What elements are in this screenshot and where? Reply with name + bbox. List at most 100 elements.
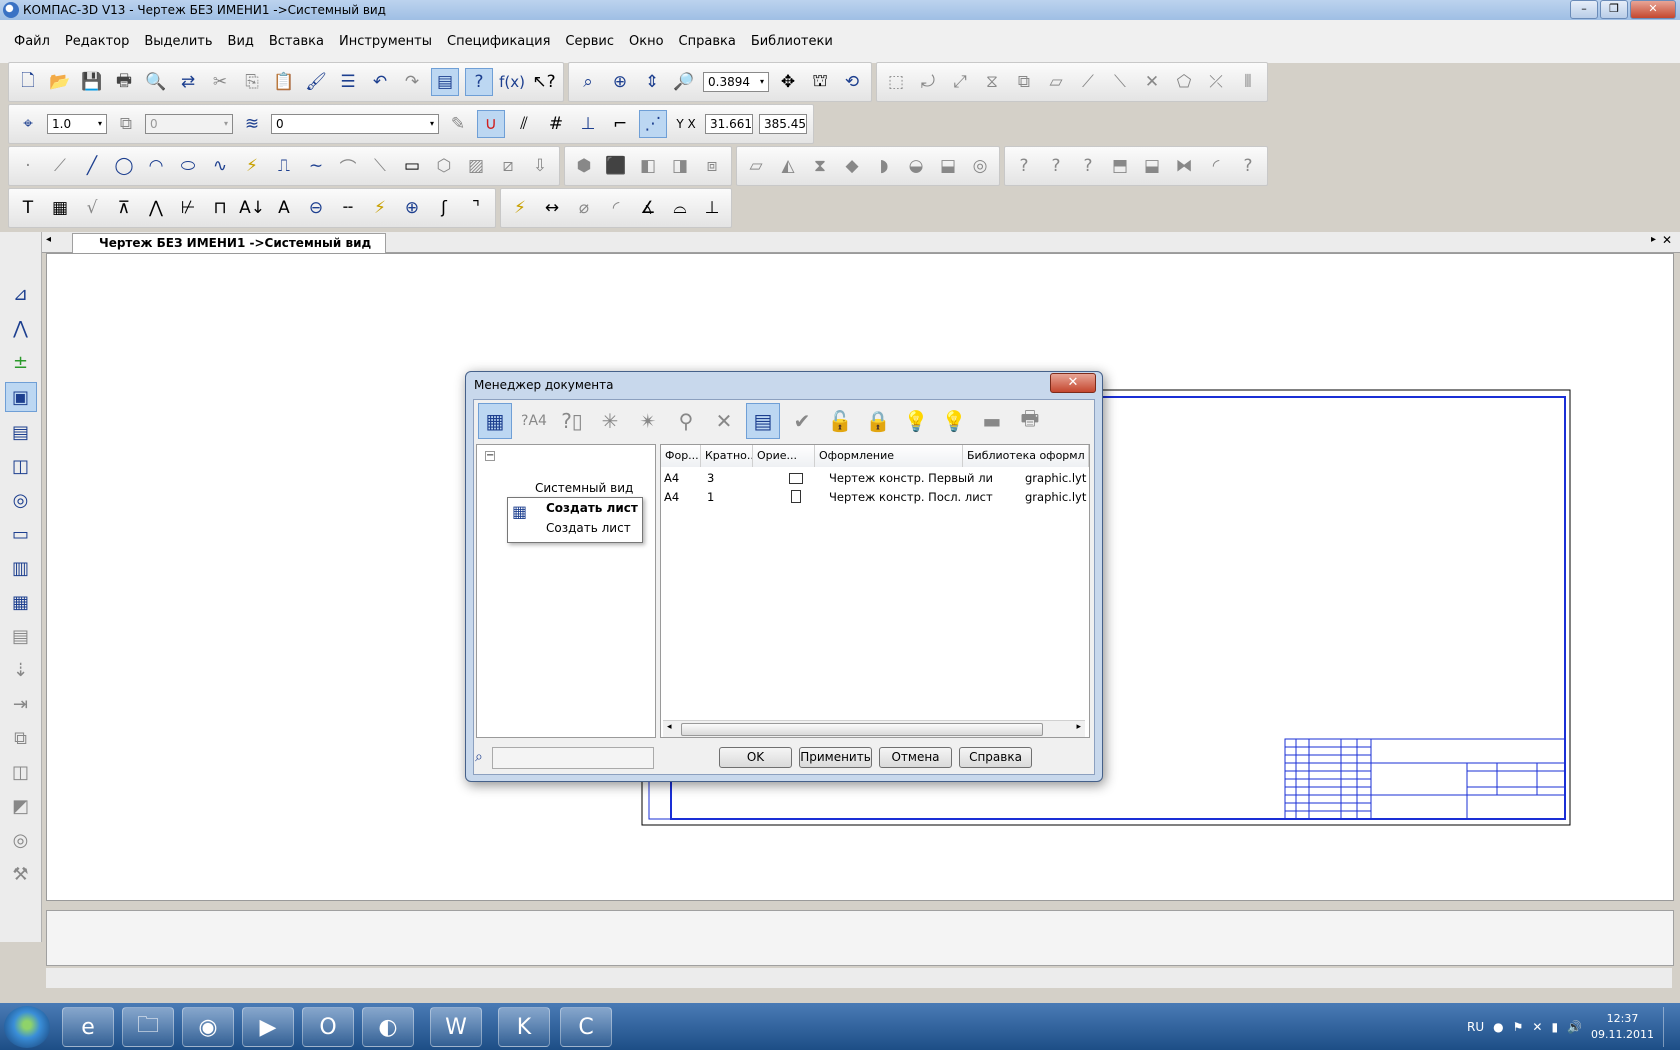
insert-panel-icon[interactable]: ▤	[6, 622, 36, 650]
surface-6-icon[interactable]: ◒	[903, 153, 929, 179]
language-indicator[interactable]: RU	[1467, 1020, 1484, 1034]
surface-3-icon[interactable]: ⧗	[807, 153, 833, 179]
tabs-scroll-left-icon[interactable]: ◂	[46, 234, 51, 245]
layers-icon[interactable]: ≋	[239, 111, 265, 137]
corner-icon[interactable]: ⌝	[463, 195, 489, 221]
center-mark-icon[interactable]: ⊕	[399, 195, 425, 221]
edit-deform-icon[interactable]: ▱	[1043, 69, 1069, 95]
network-icon[interactable]: ▮	[1551, 1020, 1558, 1034]
context-help-icon[interactable]: ↖?	[531, 69, 557, 95]
surface-2-icon[interactable]: ◭	[775, 153, 801, 179]
solid-4-icon[interactable]: ◨	[667, 153, 693, 179]
leader-icon[interactable]: ⋀	[143, 195, 169, 221]
rectangle-icon[interactable]: ▭	[399, 153, 425, 179]
col-format[interactable]: Фор...	[661, 445, 701, 467]
menu-libraries[interactable]: Библиотеки	[751, 34, 833, 49]
arc-dim-icon[interactable]: ⌓	[667, 195, 693, 221]
function-icon[interactable]: f(x)	[499, 69, 525, 95]
explorer-taskbar-icon[interactable]: 🗀	[122, 1007, 174, 1047]
zoom-window-icon[interactable]: ⌕	[575, 69, 601, 95]
menu-service[interactable]: Сервис	[565, 34, 614, 49]
height-dim-icon[interactable]: ⊥	[699, 195, 725, 221]
round-icon[interactable]: ⋰	[639, 110, 667, 138]
diameter-dim-icon[interactable]: ⌀	[571, 195, 597, 221]
surface-panel-icon[interactable]: ◩	[6, 792, 36, 820]
horizontal-scrollbar[interactable]: ◂ ▸	[663, 720, 1085, 737]
pan-icon[interactable]: ✥	[775, 69, 801, 95]
grid-icon[interactable]: #	[543, 111, 569, 137]
scroll-right-icon[interactable]: ▸	[1076, 722, 1081, 732]
roughness-icon[interactable]: √	[79, 195, 105, 221]
col-multiplicity[interactable]: Кратно...	[701, 445, 753, 467]
edit-mirror-icon[interactable]: ⧖	[979, 69, 1005, 95]
spec-panel-icon[interactable]: ▥	[6, 554, 36, 582]
insert2-panel-icon[interactable]: ⇣	[6, 656, 36, 684]
ok-button[interactable]: OK	[719, 747, 792, 768]
edit-shape-icon[interactable]: ⬠	[1171, 69, 1197, 95]
box-1-icon[interactable]: ⬒	[1107, 153, 1133, 179]
base-icon[interactable]: ⊼	[111, 195, 137, 221]
menu-insert[interactable]: Вставка	[269, 34, 324, 49]
tree-node-system-view[interactable]: Системный вид	[535, 481, 633, 495]
tabs-scroll-right-icon[interactable]: ▸	[1651, 234, 1656, 245]
linear-dim-icon[interactable]: ↔	[539, 195, 565, 221]
edit-trim2-icon[interactable]: ⟍	[1107, 69, 1133, 95]
edit-rotate-icon[interactable]: ⤾	[915, 69, 941, 95]
help-geom-1-icon[interactable]: ?	[1011, 153, 1037, 179]
spring-panel-icon[interactable]: ◎	[6, 826, 36, 854]
help-geom-2-icon[interactable]: ?	[1043, 153, 1069, 179]
close-button[interactable]: ✕	[1630, 0, 1676, 19]
surface-1-icon[interactable]: ▱	[743, 153, 769, 179]
spline-icon[interactable]: ∿	[207, 153, 233, 179]
help-geom-3-icon[interactable]: ?	[1075, 153, 1101, 179]
auto-axis-icon[interactable]: ⚡	[367, 195, 393, 221]
new-view-icon[interactable]: ✳	[594, 404, 626, 438]
chrome-taskbar-icon[interactable]: ◉	[182, 1007, 234, 1047]
sheet-design-icon[interactable]: ?▯	[556, 404, 588, 438]
search-icon[interactable]: ⌕	[475, 749, 483, 765]
menu-window[interactable]: Окно	[629, 34, 664, 49]
restore-button[interactable]: ❐	[1600, 0, 1628, 19]
edit-panel-icon[interactable]: ▣	[4, 382, 37, 412]
snap-magnet-icon[interactable]: ∪	[477, 110, 505, 138]
col-orientation[interactable]: Орие...	[753, 445, 815, 467]
fillet-icon[interactable]: ⌒	[335, 153, 361, 179]
edit-array-icon[interactable]: ⫴	[1235, 69, 1261, 95]
clock[interactable]: 12:37 09.11.2011	[1591, 1011, 1654, 1043]
kompas-taskbar-icon[interactable]: K	[498, 1007, 550, 1047]
tolerance-icon[interactable]: ⊓	[207, 195, 233, 221]
solid-panel-icon[interactable]: ◫	[6, 758, 36, 786]
paste-icon[interactable]: 📋	[271, 69, 297, 95]
wave-line-icon[interactable]: ʃ	[431, 195, 457, 221]
break-line-icon[interactable]: ╌	[335, 195, 361, 221]
apply-button[interactable]: Применить	[799, 747, 872, 768]
surface-5-icon[interactable]: ◗	[871, 153, 897, 179]
measure-panel-icon[interactable]: ◫	[6, 452, 36, 480]
solid-3-icon[interactable]: ◧	[635, 153, 661, 179]
app-taskbar-icon[interactable]: C	[560, 1007, 612, 1047]
firefox-taskbar-icon[interactable]: ◐	[362, 1007, 414, 1047]
help-geom-4-icon[interactable]: ?	[1235, 153, 1261, 179]
scroll-left-icon[interactable]: ◂	[667, 722, 672, 732]
crane-icon[interactable]: ⛫	[807, 69, 833, 95]
export-icon[interactable]: ⇄	[175, 69, 201, 95]
color-icon[interactable]: ▬	[976, 404, 1008, 438]
flag-icon[interactable]: ⚑	[1513, 1020, 1524, 1034]
auto-dimension-icon[interactable]: ⚡	[507, 195, 533, 221]
edit-trim-icon[interactable]: ⟋	[1075, 69, 1101, 95]
tray-app-icon[interactable]: ●	[1493, 1020, 1503, 1034]
polyline-icon[interactable]: ⎍	[271, 153, 297, 179]
filter-icon[interactable]: ⚲	[670, 404, 702, 438]
unlock-icon[interactable]: 🔓	[824, 404, 856, 438]
tray-close-icon[interactable]: ✕	[1532, 1020, 1542, 1034]
media-player-taskbar-icon[interactable]: ▶	[242, 1007, 294, 1047]
ie-taskbar-icon[interactable]: e	[62, 1007, 114, 1047]
text-icon[interactable]: T	[15, 195, 41, 221]
zoom-in-icon[interactable]: ⊕	[607, 69, 633, 95]
format-brush-icon[interactable]: 🖌	[303, 69, 329, 95]
edit-scale-icon[interactable]: ⤢	[947, 69, 973, 95]
designation-panel-icon[interactable]: ±	[6, 348, 36, 376]
bezier-icon[interactable]: ∼	[303, 153, 329, 179]
angle-dim-icon[interactable]: ∡	[635, 195, 661, 221]
ortho-icon[interactable]: ⌐	[607, 111, 633, 137]
